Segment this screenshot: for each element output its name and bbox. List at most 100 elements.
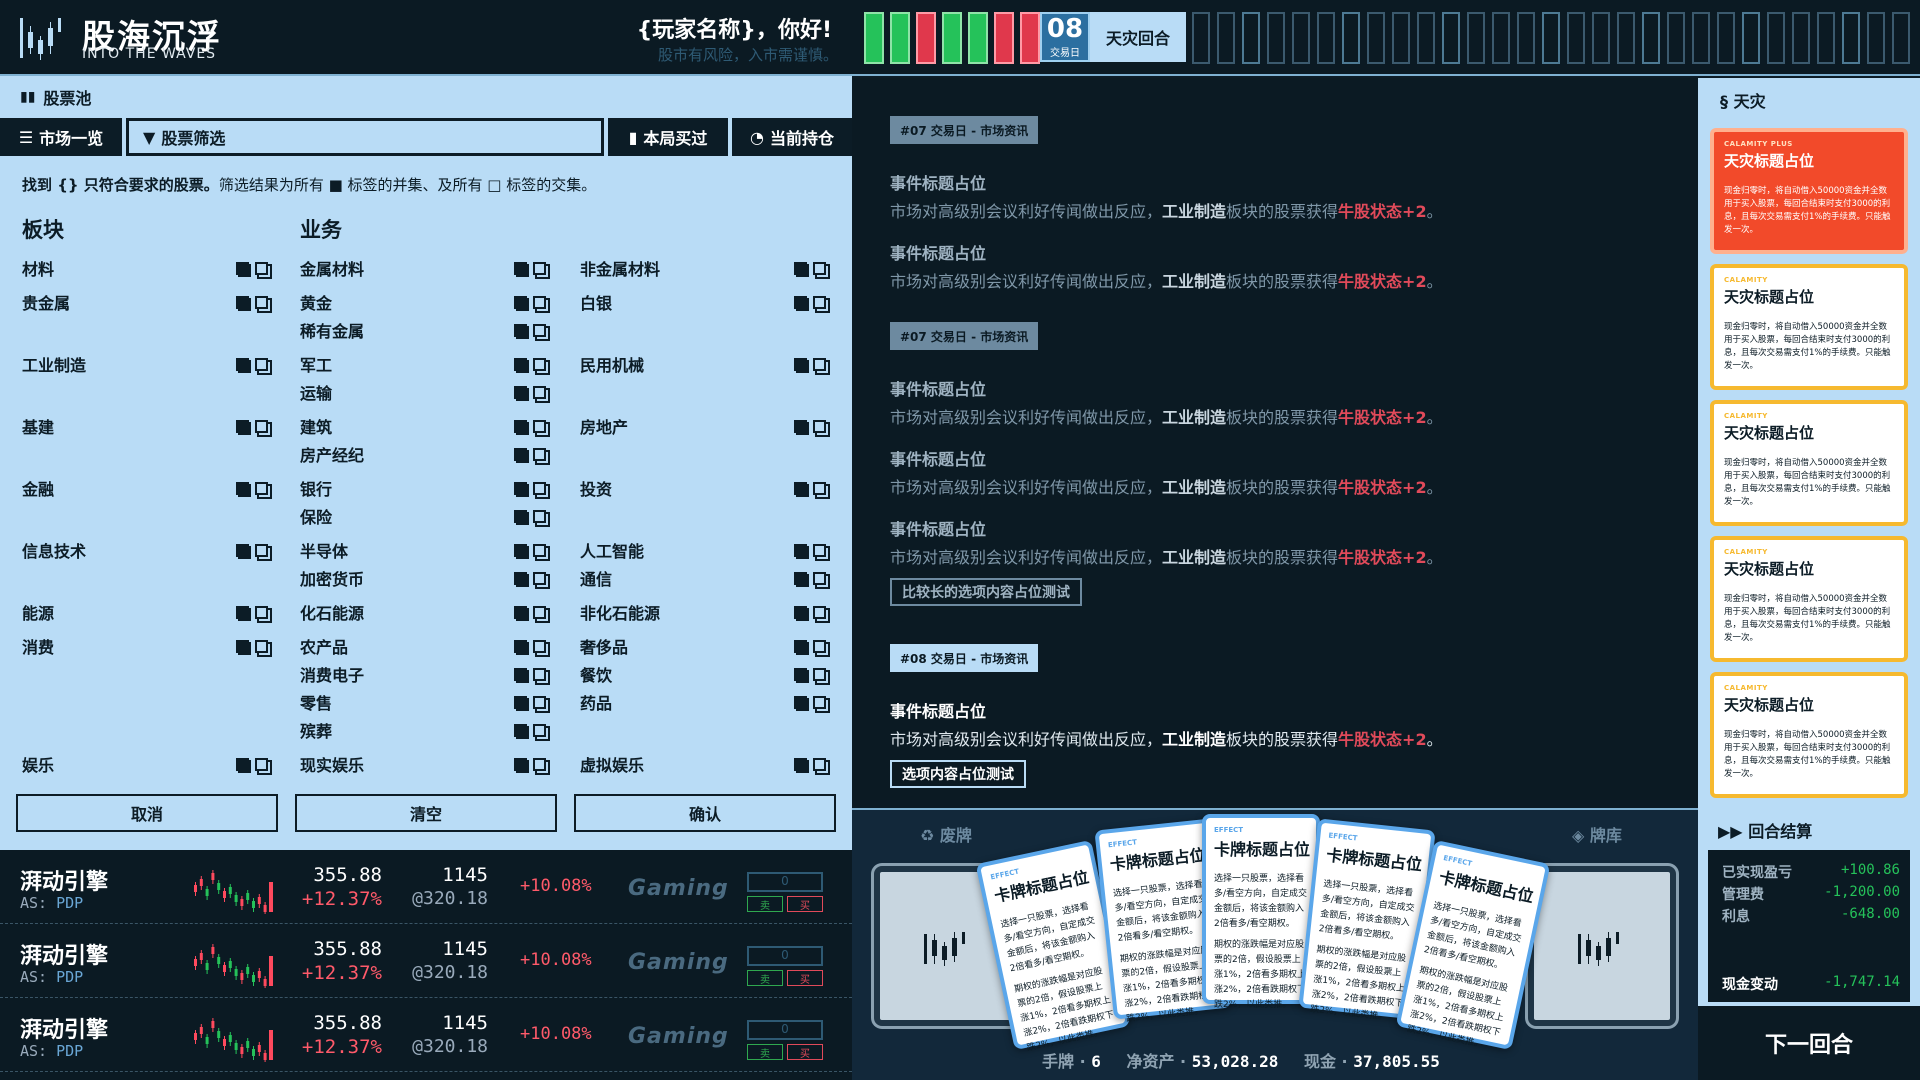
union-tag-toggle-icon[interactable] bbox=[794, 668, 807, 681]
deck-pile[interactable] bbox=[1528, 866, 1676, 1026]
trade-quantity-input[interactable]: 0 bbox=[747, 872, 823, 892]
intersection-tag-toggle-icon[interactable] bbox=[533, 544, 546, 557]
sector-filter-item[interactable]: 材料 bbox=[22, 258, 54, 282]
union-tag-toggle-icon[interactable] bbox=[514, 482, 527, 495]
intersection-tag-toggle-icon[interactable] bbox=[813, 572, 826, 585]
union-tag-toggle-icon[interactable] bbox=[794, 640, 807, 653]
calamity-card[interactable]: CALAMITY 天灾标题占位 现金归零时，将自动借入50000资金并全数用于买入股… bbox=[1710, 264, 1908, 390]
business-filter-item[interactable]: 银行 bbox=[300, 478, 332, 502]
union-tag-toggle-icon[interactable] bbox=[794, 420, 807, 433]
intersection-tag-toggle-icon[interactable] bbox=[533, 482, 546, 495]
intersection-tag-toggle-icon[interactable] bbox=[533, 572, 546, 585]
news-option-button[interactable]: 选项内容占位测试 bbox=[890, 760, 1026, 788]
union-tag-toggle-icon[interactable] bbox=[514, 358, 527, 371]
intersection-tag-toggle-icon[interactable] bbox=[813, 606, 826, 619]
sector-filter-item[interactable]: 贵金属 bbox=[22, 292, 70, 316]
business-filter-item[interactable]: 民用机械 bbox=[580, 354, 644, 378]
intersection-tag-toggle-icon[interactable] bbox=[813, 358, 826, 371]
intersection-tag-toggle-icon[interactable] bbox=[533, 758, 546, 771]
union-tag-toggle-icon[interactable] bbox=[794, 758, 807, 771]
intersection-tag-toggle-icon[interactable] bbox=[813, 482, 826, 495]
business-filter-item[interactable]: 药品 bbox=[580, 692, 612, 716]
intersection-tag-toggle-icon[interactable] bbox=[533, 358, 546, 371]
sector-filter-item[interactable]: 娱乐 bbox=[22, 754, 54, 778]
sector-filter-item[interactable]: 消费 bbox=[22, 636, 54, 660]
intersection-tag-toggle-icon[interactable] bbox=[533, 606, 546, 619]
union-tag-toggle-icon[interactable] bbox=[236, 482, 249, 495]
business-filter-item[interactable]: 通信 bbox=[580, 568, 612, 592]
union-tag-toggle-icon[interactable] bbox=[794, 544, 807, 557]
calamity-card[interactable]: CALAMITY 天灾标题占位 现金归零时，将自动借入50000资金并全数用于买入股… bbox=[1710, 672, 1908, 798]
union-tag-toggle-icon[interactable] bbox=[236, 544, 249, 557]
intersection-tag-toggle-icon[interactable] bbox=[255, 758, 268, 771]
tab-market-overview[interactable]: ☰ 市场一览 bbox=[0, 118, 122, 156]
sell-button[interactable]: 卖 bbox=[747, 970, 783, 986]
union-tag-toggle-icon[interactable] bbox=[514, 572, 527, 585]
buy-button[interactable]: 买 bbox=[787, 1044, 823, 1060]
business-filter-item[interactable]: 半导体 bbox=[300, 540, 348, 564]
cancel-button[interactable]: 取消 bbox=[16, 794, 278, 832]
business-filter-item[interactable]: 建筑 bbox=[300, 416, 332, 440]
union-tag-toggle-icon[interactable] bbox=[514, 640, 527, 653]
news-option-button[interactable]: 比较长的选项内容占位测试 bbox=[890, 578, 1082, 606]
union-tag-toggle-icon[interactable] bbox=[236, 640, 249, 653]
union-tag-toggle-icon[interactable] bbox=[514, 448, 527, 461]
union-tag-toggle-icon[interactable] bbox=[236, 758, 249, 771]
sell-button[interactable]: 卖 bbox=[747, 896, 783, 912]
intersection-tag-toggle-icon[interactable] bbox=[813, 758, 826, 771]
intersection-tag-toggle-icon[interactable] bbox=[813, 544, 826, 557]
buy-button[interactable]: 买 bbox=[787, 970, 823, 986]
union-tag-toggle-icon[interactable] bbox=[514, 724, 527, 737]
stock-row[interactable]: 湃动引擎 AS: PDP 355.88 +12.37% 1145 @320.18 +10.0… bbox=[0, 850, 852, 924]
calamity-card[interactable]: CALAMITY 天灾标题占位 现金归零时，将自动借入50000资金并全数用于买入股… bbox=[1710, 400, 1908, 526]
intersection-tag-toggle-icon[interactable] bbox=[255, 358, 268, 371]
intersection-tag-toggle-icon[interactable] bbox=[255, 262, 268, 275]
union-tag-toggle-icon[interactable] bbox=[236, 420, 249, 433]
intersection-tag-toggle-icon[interactable] bbox=[533, 510, 546, 523]
intersection-tag-toggle-icon[interactable] bbox=[813, 668, 826, 681]
business-filter-item[interactable]: 农产品 bbox=[300, 636, 348, 660]
sell-button[interactable]: 卖 bbox=[747, 1044, 783, 1060]
business-filter-item[interactable]: 加密货币 bbox=[300, 568, 364, 592]
union-tag-toggle-icon[interactable] bbox=[794, 696, 807, 709]
intersection-tag-toggle-icon[interactable] bbox=[255, 640, 268, 653]
union-tag-toggle-icon[interactable] bbox=[514, 296, 527, 309]
intersection-tag-toggle-icon[interactable] bbox=[533, 668, 546, 681]
business-filter-item[interactable]: 人工智能 bbox=[580, 540, 644, 564]
calamity-card[interactable]: CALAMITY PLUS 天灾标题占位 现金归零时，将自动借入50000资金并全数… bbox=[1710, 128, 1908, 254]
business-filter-item[interactable]: 房产经纪 bbox=[300, 444, 364, 468]
intersection-tag-toggle-icon[interactable] bbox=[533, 448, 546, 461]
union-tag-toggle-icon[interactable] bbox=[236, 296, 249, 309]
sector-filter-item[interactable]: 能源 bbox=[22, 602, 54, 626]
business-filter-item[interactable]: 金属材料 bbox=[300, 258, 364, 282]
intersection-tag-toggle-icon[interactable] bbox=[255, 296, 268, 309]
union-tag-toggle-icon[interactable] bbox=[514, 758, 527, 771]
union-tag-toggle-icon[interactable] bbox=[514, 544, 527, 557]
clear-button[interactable]: 清空 bbox=[295, 794, 557, 832]
intersection-tag-toggle-icon[interactable] bbox=[813, 262, 826, 275]
union-tag-toggle-icon[interactable] bbox=[794, 296, 807, 309]
union-tag-toggle-icon[interactable] bbox=[514, 386, 527, 399]
intersection-tag-toggle-icon[interactable] bbox=[255, 544, 268, 557]
business-filter-item[interactable]: 奢侈品 bbox=[580, 636, 628, 660]
trade-quantity-input[interactable]: 0 bbox=[747, 946, 823, 966]
union-tag-toggle-icon[interactable] bbox=[514, 606, 527, 619]
union-tag-toggle-icon[interactable] bbox=[794, 572, 807, 585]
sector-filter-item[interactable]: 基建 bbox=[22, 416, 54, 440]
business-filter-item[interactable]: 稀有金属 bbox=[300, 320, 364, 344]
union-tag-toggle-icon[interactable] bbox=[236, 262, 249, 275]
union-tag-toggle-icon[interactable] bbox=[794, 482, 807, 495]
buy-button[interactable]: 买 bbox=[787, 896, 823, 912]
business-filter-item[interactable]: 非化石能源 bbox=[580, 602, 660, 626]
business-filter-item[interactable]: 现实娱乐 bbox=[300, 754, 364, 778]
sector-filter-item[interactable]: 信息技术 bbox=[22, 540, 86, 564]
intersection-tag-toggle-icon[interactable] bbox=[813, 640, 826, 653]
intersection-tag-toggle-icon[interactable] bbox=[533, 296, 546, 309]
business-filter-item[interactable]: 运输 bbox=[300, 382, 332, 406]
union-tag-toggle-icon[interactable] bbox=[514, 262, 527, 275]
intersection-tag-toggle-icon[interactable] bbox=[813, 296, 826, 309]
intersection-tag-toggle-icon[interactable] bbox=[533, 640, 546, 653]
sector-filter-item[interactable]: 工业制造 bbox=[22, 354, 86, 378]
tab-bought-this-game[interactable]: ▮ 本局买过 bbox=[608, 118, 728, 156]
intersection-tag-toggle-icon[interactable] bbox=[533, 724, 546, 737]
